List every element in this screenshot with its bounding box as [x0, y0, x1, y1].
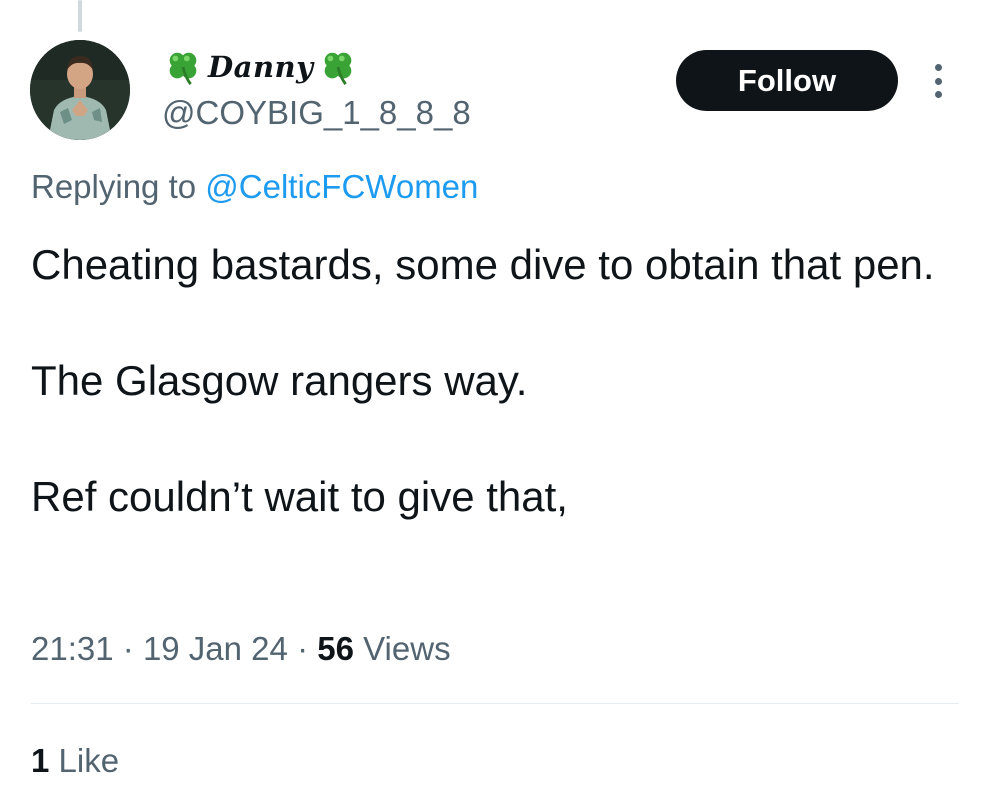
- divider: [31, 703, 959, 704]
- dot: [934, 64, 942, 71]
- shamrock-icon: [169, 52, 197, 85]
- tweet-paragraph: The Glasgow rangers way.: [31, 357, 528, 404]
- display-name[interactable]: Danny: [208, 50, 313, 84]
- replying-to-line: Replying to @CelticFCWomen: [31, 168, 478, 206]
- views-label: Views: [363, 630, 451, 667]
- separator: ·: [122, 630, 134, 667]
- avatar[interactable]: [30, 40, 130, 140]
- dot: [934, 77, 942, 85]
- author-handle[interactable]: @COYBIG_1_8_8_8: [162, 94, 471, 132]
- shamrock-icon: [325, 52, 352, 85]
- dot: [934, 91, 942, 98]
- likes-label: Like: [58, 742, 120, 779]
- separator: ·: [297, 630, 309, 667]
- replying-to-mention[interactable]: @CelticFCWomen: [205, 168, 478, 205]
- tweet-paragraph: Cheating bastards, some dive to obtain t…: [31, 241, 935, 288]
- follow-button[interactable]: Follow: [676, 50, 898, 111]
- tweet-date[interactable]: 19 Jan 24: [143, 630, 288, 667]
- more-options-icon[interactable]: [926, 64, 950, 98]
- tweet-text: Cheating bastards, some dive to obtain t…: [31, 236, 961, 526]
- likes-link[interactable]: 1 Like: [31, 742, 119, 780]
- replying-prefix: Replying to: [31, 168, 197, 205]
- author-name-row[interactable]: Danny: [164, 44, 357, 90]
- avatar-image: [30, 40, 130, 140]
- tweet-metadata: 21:31 · 19 Jan 24 · 56 Views: [31, 630, 451, 668]
- thread-connector-line: [78, 0, 82, 32]
- views-count: 56: [317, 630, 354, 667]
- tweet-paragraph: Ref couldn’t wait to give that,: [31, 473, 568, 520]
- tweet-time[interactable]: 21:31: [31, 630, 114, 667]
- likes-count: 1: [31, 742, 50, 779]
